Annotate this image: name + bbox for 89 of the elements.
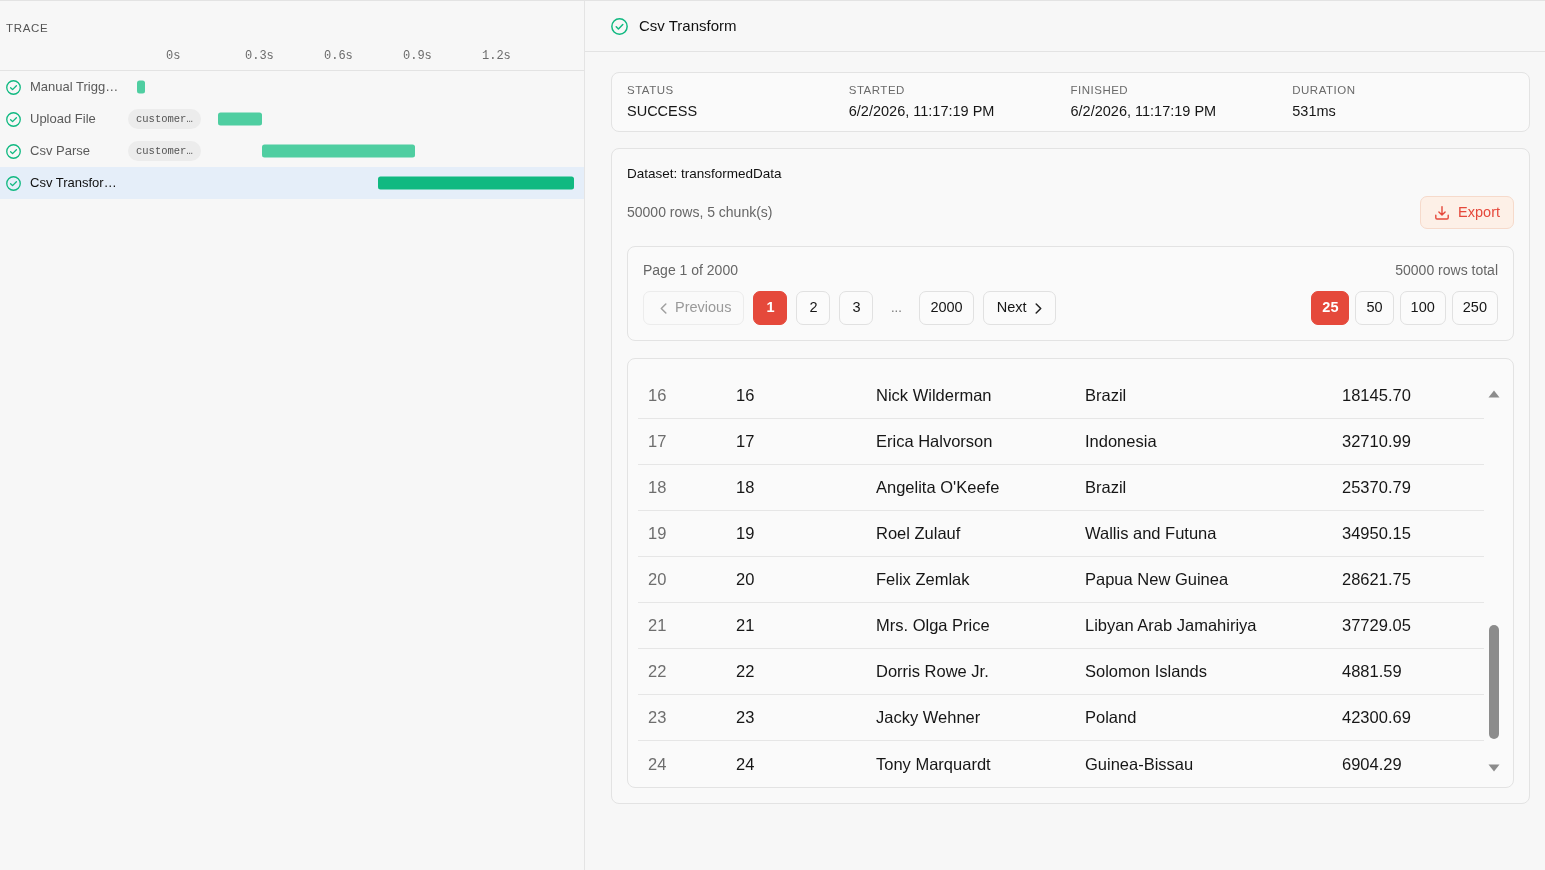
axis-tick-label: 0.3s bbox=[245, 49, 274, 63]
scrollbar-thumb[interactable] bbox=[1488, 625, 1499, 739]
timeline-bar bbox=[218, 112, 262, 126]
axis-tick-label: 1.2s bbox=[482, 49, 511, 63]
table-cell-text: 20 bbox=[735, 569, 756, 591]
table-cell-text: 28621.75 bbox=[1341, 569, 1412, 591]
table-cell-text: 42300.69 bbox=[1341, 707, 1412, 729]
export-button[interactable]: Export bbox=[1420, 196, 1514, 229]
row-count-text: 50000 rows, 5 chunk(s) bbox=[627, 203, 773, 222]
ellipsis-text: ... bbox=[890, 299, 903, 318]
total-rows-text: 50000 rows total bbox=[1395, 261, 1498, 280]
table-cell-text: Brazil bbox=[1084, 385, 1128, 407]
span-name[interactable]: Upload File bbox=[30, 111, 96, 127]
table-cell-text: 23 bbox=[735, 707, 756, 729]
table-cell-text: Angelita O'Keefe bbox=[875, 477, 1001, 499]
input-chip: customer… bbox=[128, 141, 201, 161]
axis-tick-label: 0s bbox=[166, 49, 181, 63]
axis-tick-label: 0.6s bbox=[324, 49, 353, 63]
table-cell-text: Roel Zulauf bbox=[875, 523, 962, 545]
table-cell-text: Nick Wilderman bbox=[875, 385, 993, 407]
span-name[interactable]: Manual Trigg… bbox=[30, 79, 119, 95]
table-cell-text: Solomon Islands bbox=[1084, 661, 1208, 683]
axis-tick-label: 0.9s bbox=[403, 49, 432, 63]
download-icon bbox=[1434, 204, 1451, 221]
next-button[interactable]: Next bbox=[982, 291, 1056, 325]
table-cell-text: Indonesia bbox=[1084, 431, 1158, 453]
table-cell-text: 6904.29 bbox=[1341, 753, 1403, 775]
table-cell-text: Wallis and Futuna bbox=[1084, 523, 1218, 545]
field-label: FINISHED bbox=[1070, 83, 1130, 98]
table-cell-text: 16 bbox=[735, 385, 756, 407]
table-cell-text: 22 bbox=[735, 661, 756, 683]
page-size-button[interactable]: 25 bbox=[1311, 291, 1350, 325]
table-cell-text: 37729.05 bbox=[1341, 615, 1412, 637]
scroll-down-icon bbox=[1487, 764, 1500, 772]
table-cell-text: 17 bbox=[735, 431, 756, 453]
table-cell-text: 23 bbox=[647, 707, 668, 729]
field-value: 6/2/2026, 11:17:19 PM bbox=[848, 102, 996, 121]
table-cell-text: 24 bbox=[735, 753, 756, 775]
field-value: 531ms bbox=[1292, 102, 1337, 121]
table-cell-text: 21 bbox=[735, 615, 756, 637]
table-cell-text: Poland bbox=[1084, 707, 1138, 729]
table-cell-text: Tony Marquardt bbox=[875, 753, 992, 775]
dataset-title: Dataset: transformedData bbox=[627, 165, 782, 183]
panel-title: Csv Transform bbox=[639, 15, 737, 36]
table-cell-text: 34950.15 bbox=[1341, 523, 1412, 545]
table-cell-text: Erica Halvorson bbox=[875, 431, 994, 453]
timeline-bar bbox=[137, 80, 145, 94]
table-cell-text: Jacky Wehner bbox=[875, 707, 982, 729]
table-cell-text: 16 bbox=[647, 385, 668, 407]
table-cell-text: 32710.99 bbox=[1341, 431, 1412, 453]
field-label: DURATION bbox=[1292, 83, 1357, 98]
table-cell-text: 20 bbox=[647, 569, 668, 591]
scroll-up-icon bbox=[1487, 390, 1500, 398]
field-value: 6/2/2026, 11:17:19 PM bbox=[1070, 102, 1218, 121]
table-cell-text: 18145.70 bbox=[1341, 385, 1412, 407]
page-size-button[interactable]: 250 bbox=[1451, 291, 1498, 325]
table-cell-text: 17 bbox=[647, 431, 668, 453]
chevron-right-icon bbox=[1034, 302, 1042, 314]
table-cell-text: 18 bbox=[735, 477, 756, 499]
section-title: TRACE bbox=[6, 21, 49, 36]
span-name[interactable]: Csv Transfor… bbox=[30, 175, 117, 191]
chevron-left-icon bbox=[660, 302, 667, 314]
table-cell-text: 24 bbox=[647, 753, 668, 775]
page-info-text: Page 1 of 2000 bbox=[643, 261, 738, 280]
table-cell-text: Brazil bbox=[1084, 477, 1128, 499]
table-cell-text: Guinea-Bissau bbox=[1084, 753, 1195, 775]
field-label: STARTED bbox=[848, 83, 906, 98]
page-size-button[interactable]: 100 bbox=[1399, 291, 1446, 325]
table-cell-text: Dorris Rowe Jr. bbox=[875, 661, 990, 683]
page-button[interactable]: 2000 bbox=[919, 291, 974, 325]
table-cell-text: 18 bbox=[647, 477, 668, 499]
page-button[interactable]: 1 bbox=[753, 291, 788, 325]
table-cell-text: 21 bbox=[647, 615, 668, 637]
table-cell-text: 25370.79 bbox=[1341, 477, 1412, 499]
table-cell-text: 4881.59 bbox=[1341, 661, 1403, 683]
input-chip: customer… bbox=[128, 109, 201, 129]
field-label: STATUS bbox=[627, 83, 675, 98]
table-cell-text: 19 bbox=[647, 523, 668, 545]
table-cell-text: 22 bbox=[647, 661, 668, 683]
page-button[interactable]: 3 bbox=[839, 291, 874, 325]
table-cell-text: Papua New Guinea bbox=[1084, 569, 1230, 591]
page-button[interactable]: 2 bbox=[796, 291, 831, 325]
table-cell-text: Felix Zemlak bbox=[875, 569, 971, 591]
table-cell-text: Libyan Arab Jamahiriya bbox=[1084, 615, 1258, 637]
table-cell-text: Mrs. Olga Price bbox=[875, 615, 991, 637]
span-name[interactable]: Csv Parse bbox=[30, 143, 90, 159]
page-size-button[interactable]: 50 bbox=[1355, 291, 1394, 325]
table-cell-text: 19 bbox=[735, 523, 756, 545]
field-value: SUCCESS bbox=[627, 102, 699, 121]
